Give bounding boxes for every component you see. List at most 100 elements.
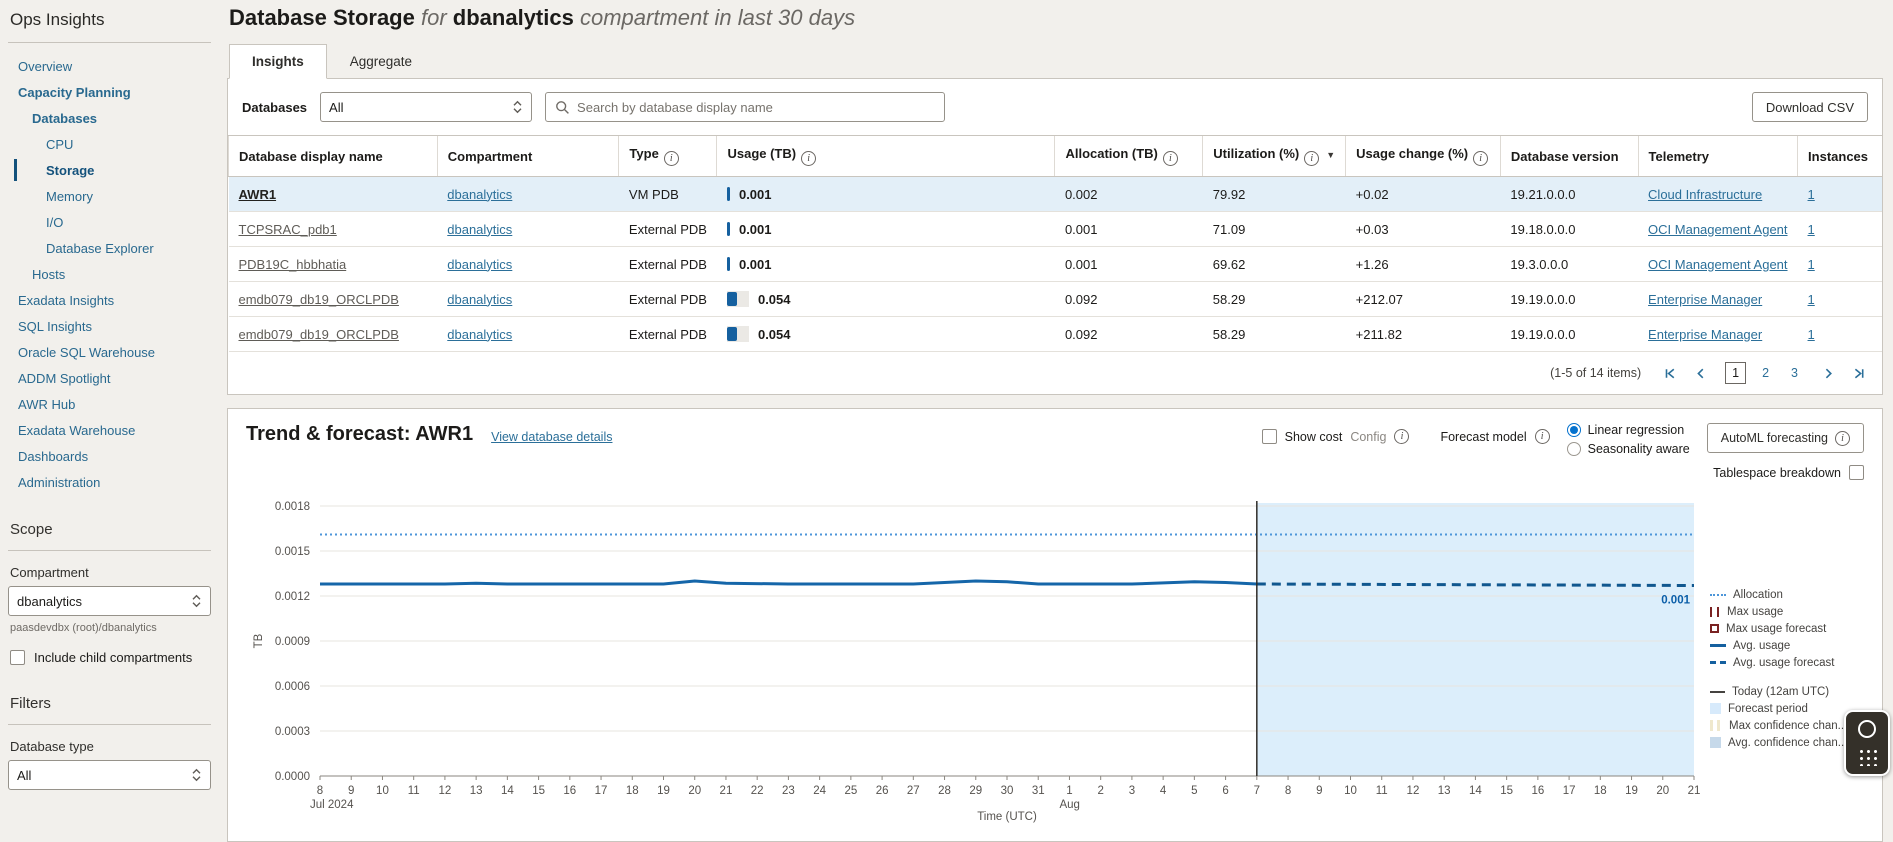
sidebar-item[interactable]: Dashboards [8,443,211,469]
compartment-link[interactable]: dbanalytics [447,187,512,202]
sidebar-item[interactable]: Overview [8,53,211,79]
databases-select[interactable]: All [320,92,532,122]
download-csv-button[interactable]: Download CSV [1752,92,1868,122]
column-header[interactable]: Instancesi▼ [1798,136,1882,177]
column-header[interactable]: Utilization (%)i▼ [1203,136,1346,177]
sidebar-item[interactable]: I/O [8,209,211,235]
first-page-icon[interactable] [1663,367,1676,380]
table-row[interactable]: AWR1 dbanalytics VM PDB 0.001 0.002 79.9… [229,177,1883,212]
floating-widget[interactable] [1844,710,1890,776]
database-name-link[interactable]: TCPSRAC_pdb1 [239,222,337,237]
config-label[interactable]: Config [1350,430,1386,444]
info-icon[interactable]: i [1473,151,1488,166]
tab[interactable]: Aggregate [327,44,435,79]
info-icon[interactable]: i [1394,429,1409,444]
svg-text:10: 10 [376,785,389,797]
sidebar-item[interactable]: Hosts [8,261,211,287]
column-header[interactable]: Compartmenti▼ [437,136,619,177]
sidebar-item[interactable]: CPU [8,131,211,157]
sidebar-item[interactable]: ADDM Spotlight [8,365,211,391]
telemetry-link[interactable]: OCI Management Agent [1648,257,1787,272]
sidebar-item[interactable]: SQL Insights [8,313,211,339]
info-icon[interactable]: i [1535,429,1550,444]
sidebar-item[interactable]: Capacity Planning [8,79,211,105]
database-name-link[interactable]: emdb079_db19_ORCLPDB [239,327,399,342]
radio-option[interactable]: Linear regression [1567,423,1690,437]
search-input[interactable] [577,100,935,115]
sidebar-item[interactable]: Oracle SQL Warehouse [8,339,211,365]
legend-item[interactable]: Max confidence chan... [1710,717,1864,734]
sidebar-item[interactable]: Administration [8,469,211,495]
sidebar-item-label: Hosts [32,267,65,282]
legend-item[interactable]: Avg. confidence chan... [1710,734,1864,751]
last-page-icon[interactable] [1853,367,1866,380]
sidebar-item[interactable]: Databases [8,105,211,131]
table-row[interactable]: emdb079_db19_ORCLPDB dbanalytics Externa… [229,317,1883,352]
page-number[interactable]: 1 [1725,362,1746,384]
page-number[interactable]: 3 [1785,363,1804,383]
column-header[interactable]: Telemetryi▼ [1638,136,1797,177]
database-type-select[interactable]: All [8,760,211,790]
sort-desc-icon[interactable]: ▼ [1326,150,1335,160]
database-name-link[interactable]: PDB19C_hbbhatia [239,257,347,272]
automl-forecasting-button[interactable]: AutoML forecasting i [1707,423,1864,453]
instances-link[interactable]: 1 [1808,292,1815,307]
compartment-link[interactable]: dbanalytics [447,292,512,307]
telemetry-link[interactable]: Enterprise Manager [1648,292,1762,307]
svg-text:5: 5 [1191,785,1197,797]
column-header[interactable]: Usage (TB)i▼ [717,136,1055,177]
instances-link[interactable]: 1 [1808,327,1815,342]
legend-item[interactable]: Max usage forecast [1710,620,1864,637]
page-title-tail: compartment in last 30 days [580,5,855,30]
compartment-select[interactable]: dbanalytics [8,586,211,616]
compartment-link[interactable]: dbanalytics [447,257,512,272]
radio-option[interactable]: Seasonality aware [1567,442,1690,456]
legend-item[interactable]: Forecast period [1710,700,1864,717]
info-icon[interactable]: i [801,151,816,166]
instances-link[interactable]: 1 [1808,187,1815,202]
column-header[interactable]: Typei▼ [619,136,717,177]
radio-button-icon[interactable] [1567,423,1581,437]
telemetry-link[interactable]: Cloud Infrastructure [1648,187,1762,202]
previous-page-icon[interactable] [1694,367,1707,380]
database-name-link[interactable]: AWR1 [239,187,277,202]
next-page-icon[interactable] [1822,367,1835,380]
tablespace-breakdown-checkbox[interactable] [1849,465,1864,480]
table-row[interactable]: TCPSRAC_pdb1 dbanalytics External PDB 0.… [229,212,1883,247]
show-cost-checkbox[interactable] [1262,429,1277,444]
column-header[interactable]: Database display namei▼ [229,136,438,177]
sidebar-item[interactable]: Storage [8,157,211,183]
column-header[interactable]: Usage change (%)i▼ [1346,136,1501,177]
include-child-checkbox[interactable] [10,650,25,665]
sidebar-item[interactable]: AWR Hub [8,391,211,417]
sidebar-item[interactable]: Exadata Warehouse [8,417,211,443]
sidebar-item[interactable]: Database Explorer [8,235,211,261]
tab[interactable]: Insights [229,44,327,79]
compartment-link[interactable]: dbanalytics [447,222,512,237]
table-row[interactable]: emdb079_db19_ORCLPDB dbanalytics Externa… [229,282,1883,317]
legend-item[interactable]: Max usage [1710,603,1864,620]
page-number[interactable]: 2 [1756,363,1775,383]
view-database-details-link[interactable]: View database details [491,430,612,444]
sidebar-item[interactable]: Exadata Insights [8,287,211,313]
legend-item[interactable]: Avg. usage [1710,637,1864,654]
column-header[interactable]: Allocation (TB)i▼ [1055,136,1203,177]
column-header[interactable]: Database versioni▼ [1500,136,1638,177]
info-icon[interactable]: i [1835,431,1850,446]
svg-text:17: 17 [1563,785,1576,797]
compartment-link[interactable]: dbanalytics [447,327,512,342]
info-icon[interactable]: i [1163,151,1178,166]
legend-item[interactable]: Avg. usage forecast [1710,654,1864,671]
database-name-link[interactable]: emdb079_db19_ORCLPDB [239,292,399,307]
instances-link[interactable]: 1 [1808,222,1815,237]
info-icon[interactable]: i [664,151,679,166]
instances-link[interactable]: 1 [1808,257,1815,272]
legend-item[interactable]: Today (12am UTC) [1710,683,1864,700]
telemetry-link[interactable]: OCI Management Agent [1648,222,1787,237]
telemetry-link[interactable]: Enterprise Manager [1648,327,1762,342]
radio-button-icon[interactable] [1567,442,1581,456]
table-row[interactable]: PDB19C_hbbhatia dbanalytics External PDB… [229,247,1883,282]
sidebar-item[interactable]: Memory [8,183,211,209]
legend-item[interactable]: Allocation [1710,586,1864,603]
info-icon[interactable]: i [1304,151,1319,166]
